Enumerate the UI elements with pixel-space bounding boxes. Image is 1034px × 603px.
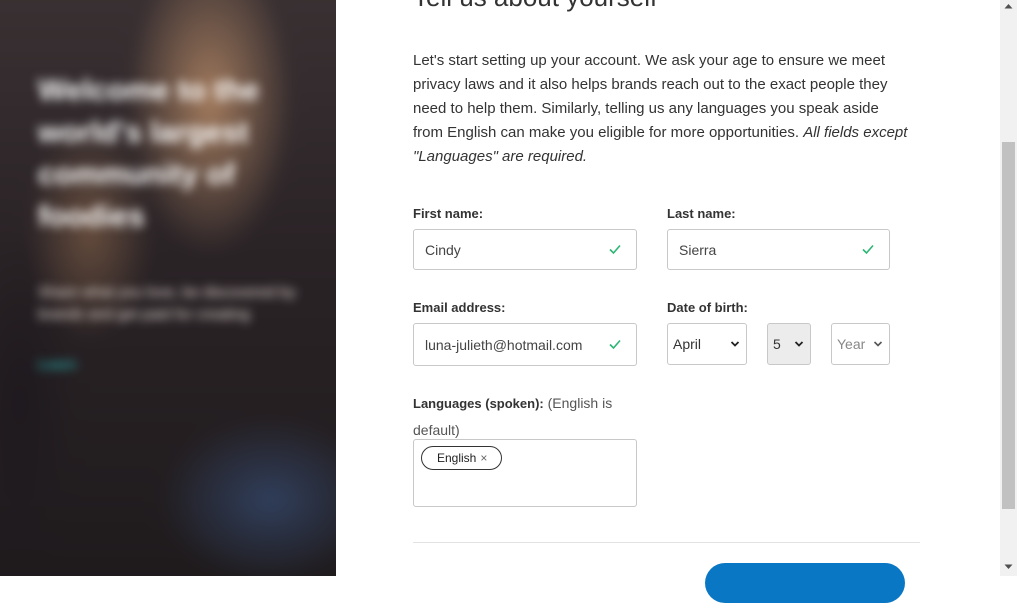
last-name-field[interactable]: Sierra (667, 229, 890, 270)
hero-panel: Welcome to the world's largest community… (0, 0, 336, 576)
dob-day-select[interactable]: 5 (767, 323, 811, 365)
first-name-value: Cindy (425, 242, 461, 258)
scrollbar-thumb[interactable] (1002, 142, 1015, 509)
chevron-down-icon (794, 341, 804, 347)
dob-label: Date of birth: (667, 300, 748, 315)
chevron-down-icon (873, 341, 883, 347)
first-name-label: First name: (413, 206, 484, 221)
language-chip-english[interactable]: English × (421, 446, 503, 470)
intro-text: Let's start setting up your account. We … (413, 49, 908, 169)
email-field[interactable]: luna-julieth@hotmail.com (413, 323, 637, 366)
page-title: Tell us about yourself (413, 0, 657, 13)
valid-check-icon (609, 339, 621, 350)
last-name-label: Last name: (667, 206, 736, 221)
dob-year-select[interactable]: Year (831, 323, 890, 365)
last-name-value: Sierra (679, 242, 717, 258)
remove-chip-icon[interactable]: × (480, 451, 487, 465)
hero-text: Welcome to the world's largest community… (38, 70, 298, 374)
hero-title: Welcome to the world's largest community… (38, 74, 260, 233)
languages-label-text: Languages (spoken): (413, 396, 544, 411)
scroll-up-arrow-icon[interactable] (1004, 3, 1013, 9)
divider (413, 542, 920, 543)
valid-check-icon (609, 244, 621, 255)
languages-input[interactable]: English × (413, 439, 637, 507)
chevron-down-icon (730, 341, 740, 347)
continue-button[interactable] (705, 563, 905, 603)
dob-day-value: 5 (773, 336, 781, 352)
scroll-down-arrow-icon[interactable] (1004, 564, 1013, 570)
first-name-field[interactable]: Cindy (413, 229, 637, 270)
email-label: Email address: (413, 300, 506, 315)
languages-label: Languages (spoken): (English is default) (413, 390, 637, 443)
language-chip-label: English (437, 451, 477, 465)
valid-check-icon (862, 244, 874, 255)
dob-month-select[interactable]: April (667, 323, 747, 365)
page-scrollbar[interactable] (1000, 0, 1017, 576)
dob-year-placeholder: Year (837, 336, 866, 352)
hero-subtitle: Share what you love, be discovered by br… (38, 284, 296, 323)
email-value: luna-julieth@hotmail.com (425, 337, 583, 353)
dob-month-value: April (673, 336, 702, 352)
hero-link[interactable]: Learn (38, 356, 76, 372)
